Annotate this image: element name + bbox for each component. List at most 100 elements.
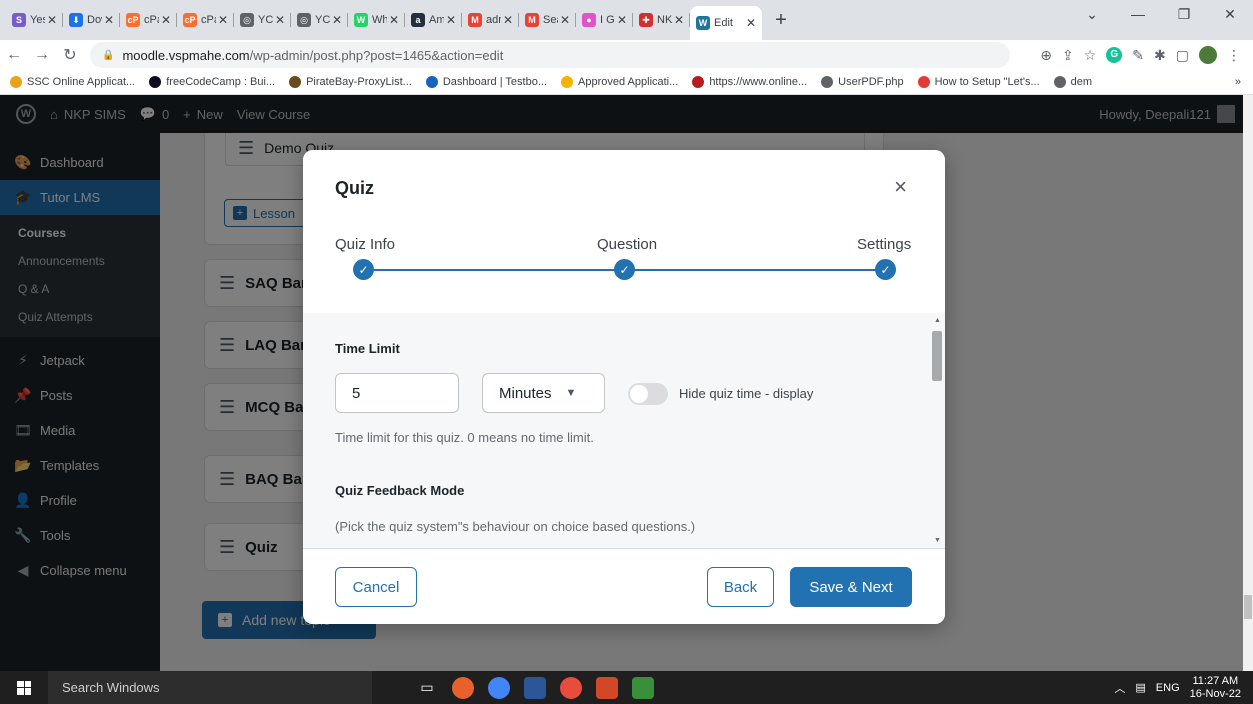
browser-tab[interactable]: ◎ YCC✕ bbox=[291, 4, 348, 36]
close-tab-icon[interactable]: ✕ bbox=[617, 13, 627, 27]
close-tab-icon[interactable]: ✕ bbox=[446, 13, 456, 27]
browser-tab[interactable]: ⬇ Dov✕ bbox=[63, 4, 120, 36]
tab-active[interactable]: W Edit ✕ bbox=[690, 6, 762, 40]
close-tab-icon[interactable]: ✕ bbox=[746, 16, 756, 30]
page-scrollbar-thumb[interactable] bbox=[1244, 595, 1252, 619]
cancel-button[interactable]: Cancel bbox=[335, 567, 417, 607]
close-tab-icon[interactable]: ✕ bbox=[218, 13, 228, 27]
browser-tab[interactable]: ◎ YCC✕ bbox=[234, 4, 291, 36]
bookmark-star-icon[interactable]: ☆ bbox=[1084, 47, 1097, 64]
restore-icon[interactable]: ❐ bbox=[1161, 0, 1207, 32]
step-label-settings[interactable]: Settings bbox=[857, 236, 911, 253]
bookmark-label: https://www.online... bbox=[709, 76, 808, 88]
browser-tab[interactable]: M Sea✕ bbox=[519, 4, 576, 36]
share-icon[interactable]: ⇪ bbox=[1062, 47, 1074, 64]
close-icon[interactable]: × bbox=[894, 174, 907, 200]
close-tab-icon[interactable]: ✕ bbox=[332, 13, 342, 27]
browser-tab[interactable]: a Am ✕ bbox=[405, 4, 462, 36]
step-label-question[interactable]: Question bbox=[597, 236, 657, 253]
browser-tab[interactable]: W Wh ✕ bbox=[348, 4, 405, 36]
hide-time-label: Hide quiz time - display bbox=[679, 386, 814, 401]
step-check-icon[interactable]: ✓ bbox=[353, 259, 374, 280]
language-indicator[interactable]: ENG bbox=[1156, 682, 1180, 694]
close-tab-icon[interactable]: ✕ bbox=[674, 13, 684, 27]
browser-tab[interactable]: Madn✕ bbox=[462, 4, 519, 36]
step-check-icon[interactable]: ✓ bbox=[614, 259, 635, 280]
close-tab-icon[interactable]: ✕ bbox=[560, 13, 570, 27]
bookmark-item[interactable]: dem bbox=[1053, 76, 1092, 88]
back-arrow-icon[interactable]: ← bbox=[0, 46, 28, 64]
browser-tab[interactable]: ● I Ge✕ bbox=[576, 4, 633, 36]
browser-tab[interactable]: S Yes✕ bbox=[6, 4, 63, 36]
save-next-button[interactable]: Save & Next bbox=[790, 567, 912, 607]
firefox-icon[interactable] bbox=[452, 676, 474, 699]
modal-header: Quiz × Quiz Info Question Settings ✓ ✓ ✓ bbox=[303, 150, 945, 313]
step-label-quiz-info[interactable]: Quiz Info bbox=[335, 236, 395, 253]
time-limit-input[interactable]: 5 bbox=[335, 373, 459, 413]
clock[interactable]: 11:27 AM 16-Nov-22 bbox=[1190, 675, 1241, 701]
tab-title: Am bbox=[429, 14, 444, 26]
bookmark-label: SSC Online Applicat... bbox=[27, 76, 136, 88]
app-icon[interactable] bbox=[596, 676, 618, 699]
chrome-icon[interactable] bbox=[488, 676, 510, 699]
url-host: moodle.vspmahe.com bbox=[122, 47, 250, 63]
close-tab-icon[interactable]: ✕ bbox=[503, 13, 513, 27]
hide-time-toggle[interactable] bbox=[628, 383, 668, 405]
bookmarks-more-icon[interactable]: » bbox=[1235, 76, 1241, 88]
bookmark-item[interactable]: https://www.online... bbox=[692, 76, 807, 88]
bookmark-item[interactable]: Dashboard | Testbo... bbox=[425, 76, 548, 88]
bookmark-item[interactable]: Approved Applicati... bbox=[561, 76, 678, 88]
url-input[interactable]: 🔒 moodle.vspmahe.com/wp-admin/post.php?p… bbox=[90, 42, 1010, 68]
taskbar-search-input[interactable]: Search Windows bbox=[48, 671, 372, 704]
tab-list: SYes✕⬇Dov✕cPcPa✕cPcPa✕◎YCC✕◎YCC✕WWh✕aAm✕… bbox=[6, 0, 690, 40]
sidepanel-icon[interactable]: ▢ bbox=[1176, 47, 1189, 64]
bookmark-item[interactable]: How to Setup "Let's... bbox=[917, 76, 1040, 88]
step-check-icon[interactable]: ✓ bbox=[875, 259, 896, 280]
network-icon[interactable]: ▤ bbox=[1135, 681, 1145, 694]
favicon: ◎ bbox=[240, 13, 254, 27]
modal-scrollbar[interactable]: ▲ ▼ bbox=[931, 313, 943, 548]
minimize-icon[interactable]: — bbox=[1115, 0, 1161, 32]
bookmark-item[interactable]: SSC Online Applicat... bbox=[10, 76, 135, 88]
page-scrollbar[interactable] bbox=[1243, 95, 1253, 671]
scroll-down-icon[interactable]: ▼ bbox=[934, 537, 941, 544]
close-tab-icon[interactable]: ✕ bbox=[275, 13, 285, 27]
extensions-puzzle-icon[interactable]: ✱ bbox=[1154, 47, 1166, 64]
time-unit-select[interactable]: Minutes ▼ bbox=[482, 373, 605, 413]
notepad-icon[interactable] bbox=[632, 676, 654, 699]
favicon: ◎ bbox=[297, 13, 311, 27]
chrome-canary-icon[interactable] bbox=[560, 676, 582, 699]
tray-chevron-icon[interactable]: ︿ bbox=[1114, 680, 1125, 696]
forward-arrow-icon[interactable]: → bbox=[28, 46, 56, 64]
back-button[interactable]: Back bbox=[707, 567, 774, 607]
start-button[interactable] bbox=[0, 671, 48, 704]
close-window-icon[interactable]: ✕ bbox=[1207, 0, 1253, 32]
browser-tab[interactable]: cP cPa✕ bbox=[177, 4, 234, 36]
bookmark-item[interactable]: freeCodeCamp : Bui... bbox=[149, 76, 275, 88]
pen-icon[interactable]: ✎ bbox=[1132, 47, 1144, 64]
reload-icon[interactable]: ↻ bbox=[56, 45, 84, 65]
scroll-up-icon[interactable]: ▲ bbox=[934, 317, 941, 324]
grammarly-icon[interactable]: G bbox=[1106, 47, 1123, 63]
lock-icon[interactable]: 🔒 bbox=[102, 50, 114, 61]
task-view-icon[interactable]: ▭ bbox=[416, 677, 438, 699]
system-tray: ︿ ▤ ENG 11:27 AM 16-Nov-22 bbox=[1114, 675, 1253, 701]
menu-kebab-icon[interactable]: ⋮ bbox=[1227, 47, 1241, 64]
close-tab-icon[interactable]: ✕ bbox=[389, 13, 399, 27]
close-tab-icon[interactable]: ✕ bbox=[161, 13, 171, 27]
modal-scrollbar-thumb[interactable] bbox=[932, 331, 942, 381]
close-tab-icon[interactable]: ✕ bbox=[47, 13, 57, 27]
new-tab-button[interactable]: + bbox=[766, 9, 796, 32]
profile-avatar-icon[interactable] bbox=[1199, 46, 1217, 64]
tab-search-icon[interactable]: ⌄ bbox=[1069, 0, 1115, 32]
zoom-icon[interactable]: ⊕ bbox=[1040, 47, 1052, 64]
word-icon[interactable] bbox=[524, 676, 546, 699]
clock-time: 11:27 AM bbox=[1192, 674, 1239, 687]
bookmark-item[interactable]: UserPDF.php bbox=[821, 76, 904, 88]
browser-tab[interactable]: ✚ NKI✕ bbox=[633, 4, 690, 36]
browser-tab[interactable]: cP cPa✕ bbox=[120, 4, 177, 36]
close-tab-icon[interactable]: ✕ bbox=[104, 13, 114, 27]
bookmark-label: Dashboard | Testbo... bbox=[442, 76, 548, 88]
time-limit-label: Time Limit bbox=[335, 341, 400, 356]
bookmark-item[interactable]: PirateBay-ProxyList... bbox=[289, 76, 412, 88]
